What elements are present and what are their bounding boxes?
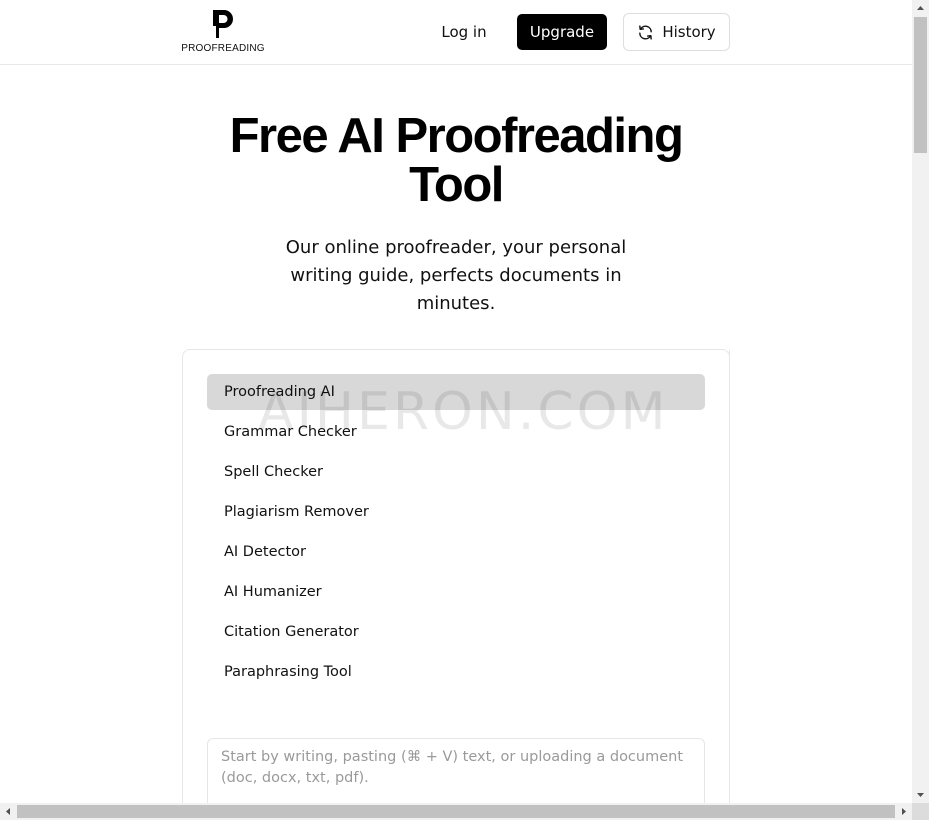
login-link[interactable]: Log in [430,14,498,50]
page-subtitle: Our online proofreader, your personal wr… [285,237,627,314]
menu-divider [729,350,730,715]
menu-item-plagiarism-remover[interactable]: Plagiarism Remover [207,494,705,534]
menu-item-citation-generator[interactable]: Citation Generator [207,614,705,654]
tool-menu: Proofreading AI Grammar Checker Spell Ch… [207,374,705,694]
horizontal-scrollbar[interactable] [0,803,912,820]
scroll-right-arrow-icon[interactable] [895,803,912,820]
history-button[interactable]: History [623,13,730,51]
logo-p-icon [213,10,233,38]
text-editor-input[interactable] [207,738,705,803]
site-logo[interactable]: PROOFREADING [181,8,265,56]
history-label: History [662,23,716,41]
page-viewport: PROOFREADING Log in Upgrade History Free… [0,0,912,803]
menu-item-proofreading-ai[interactable]: Proofreading AI [207,374,705,410]
scroll-up-arrow-icon[interactable] [912,0,929,17]
menu-item-ai-humanizer[interactable]: AI Humanizer [207,574,705,614]
refresh-icon [639,24,653,40]
menu-item-paraphrasing-tool[interactable]: Paraphrasing Tool [207,654,705,694]
menu-item-ai-detector[interactable]: AI Detector [207,534,705,574]
menu-item-grammar-checker[interactable]: Grammar Checker [207,414,705,454]
page-title: Free AI Proofreading Tool [229,109,684,212]
scrollbar-corner [912,803,929,820]
tool-card: Proofreading AI Grammar Checker Spell Ch… [182,349,730,803]
vertical-scrollbar[interactable] [912,0,929,803]
menu-item-spell-checker[interactable]: Spell Checker [207,454,705,494]
horizontal-scroll-thumb[interactable] [17,805,895,818]
scroll-left-arrow-icon[interactable] [0,803,17,820]
vertical-scroll-thumb[interactable] [914,17,927,153]
scroll-down-arrow-icon[interactable] [912,786,929,803]
logo-text: PROOFREADING [181,43,265,54]
upgrade-button[interactable]: Upgrade [517,14,607,50]
site-header: PROOFREADING Log in Upgrade History [0,0,912,65]
